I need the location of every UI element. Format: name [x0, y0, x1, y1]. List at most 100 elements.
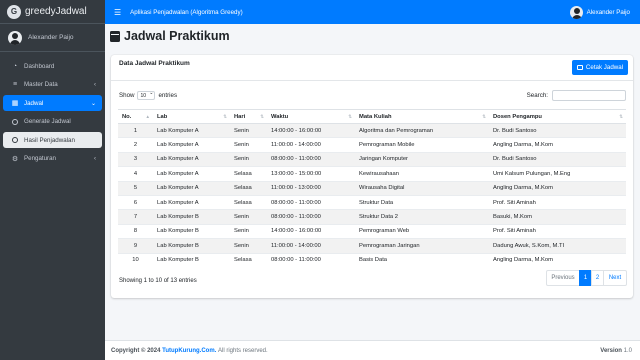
column-header-hari[interactable]: Hari ⇅: [230, 109, 267, 124]
cell-hari: Senin: [230, 137, 267, 153]
table-info: Showing 1 to 10 of 13 entries: [119, 278, 197, 284]
printer-icon: [576, 65, 583, 70]
calendar-icon: [110, 30, 120, 42]
sort-icon: ⇅: [223, 114, 227, 119]
table-row: 9 Lab Komputer B Senin 11:00:00 - 14:00:00 P…: [118, 238, 626, 254]
cell-lab: Lab Komputer A: [153, 151, 230, 167]
sidebar-item-pengaturan[interactable]: ⚙ Pengaturan ‹: [3, 151, 102, 167]
sidebar-item-jadwal[interactable]: ▦ Jadwal ⌄: [3, 95, 102, 111]
search-label: Search:: [526, 92, 548, 99]
cell-hari: Senin: [230, 238, 267, 254]
table-row: 8 Lab Komputer B Senin 14:00:00 - 16:00:00 P…: [118, 223, 626, 239]
cell-dosen: Umi Kalsum Pulungan, M.Eng: [489, 166, 626, 182]
cell-hari: Selasa: [230, 194, 267, 210]
print-schedule-button[interactable]: Cetak Jadwal: [572, 60, 628, 75]
table-row: 2 Lab Komputer A Senin 11:00:00 - 14:00:00 P…: [118, 137, 626, 153]
cell-lab: Lab Komputer A: [153, 180, 230, 196]
next-page-button[interactable]: Next: [603, 270, 627, 286]
user-avatar-icon: [8, 30, 22, 45]
sidebar-item-label: Hasil Penjadwalan: [24, 136, 75, 144]
sidebar-item-master-data[interactable]: ≡ Master Data ‹: [3, 77, 102, 93]
footer: Copyright © 2024 TutupKurung.Com. All ri…: [105, 340, 640, 360]
cell-dosen: Basuki, M.Kom: [489, 209, 626, 225]
cell-dosen: Dr. Budi Santoso: [489, 122, 626, 138]
card-title: Data Jadwal Praktikum: [119, 60, 190, 67]
cell-waktu: 08:00:00 - 11:00:00: [267, 194, 355, 210]
table-row: 4 Lab Komputer A Selasa 13:00:00 - 15:00:00…: [118, 166, 626, 182]
table-row: 10 Lab Komputer B Selasa 08:00:00 - 11:00:0…: [118, 252, 626, 268]
sort-icon: ⇅: [260, 114, 264, 119]
sidebar: G greedyJadwal Alexander Paijo ◔ Dashboa…: [0, 0, 105, 360]
search-input[interactable]: [552, 90, 626, 101]
cell-dosen: Angling Darma, M.Kom: [489, 137, 626, 153]
cell-waktu: 11:00:00 - 13:00:00: [267, 180, 355, 196]
sidebar-item-dashboard[interactable]: ◔ Dashboard: [3, 58, 102, 74]
sidebar-item-hasil-penjadwalan[interactable]: Hasil Penjadwalan: [3, 132, 102, 148]
content-header: Jadwal Praktikum: [110, 29, 230, 43]
calendar-icon: ▦: [11, 100, 19, 107]
sidebar-item-generate-jadwal[interactable]: Generate Jadwal: [3, 114, 102, 130]
cell-waktu: 14:00:00 - 16:00:00: [267, 223, 355, 239]
cell-hari: Senin: [230, 151, 267, 167]
footer-copyright: Copyright © 2024: [111, 347, 161, 354]
table-row: 5 Lab Komputer A Selasa 11:00:00 - 13:00:00…: [118, 180, 626, 196]
top-user-name: Alexander Paijo: [586, 8, 630, 16]
column-header-dosen[interactable]: Dosen Pengampu ⇅: [489, 109, 626, 124]
sidebar-item-label: Jadwal: [24, 99, 44, 107]
cell-waktu: 14:00:00 - 16:00:00: [267, 122, 355, 138]
cell-waktu: 08:00:00 - 11:00:00: [267, 151, 355, 167]
search-control: Search:: [527, 90, 626, 101]
sidebar-item-label: Pengaturan: [24, 155, 56, 162]
cell-no: 4: [118, 166, 153, 182]
cell-hari: Selasa: [230, 252, 267, 268]
database-icon: ≡: [12, 81, 18, 88]
cell-lab: Lab Komputer A: [153, 122, 230, 138]
column-header-lab[interactable]: Lab ⇅: [153, 109, 230, 124]
cell-dosen: Prof. Siti Aminah: [489, 194, 626, 210]
cell-no: 10: [118, 252, 153, 268]
print-button-label: Cetak Jadwal: [585, 64, 624, 71]
cell-dosen: Angling Darma, M.Kom: [489, 252, 626, 268]
user-name: Alexander Paijo: [28, 34, 74, 41]
column-header-mata-kuliah[interactable]: Mata Kuliah ⇅: [355, 109, 489, 124]
cell-lab: Lab Komputer B: [153, 209, 230, 225]
schedule-card: Data Jadwal Praktikum Cetak Jadwal Show …: [111, 55, 633, 298]
previous-page-button[interactable]: Previous: [546, 270, 580, 286]
cell-mata-kuliah: Struktur Data: [355, 194, 489, 210]
cell-lab: Lab Komputer B: [153, 238, 230, 254]
cell-hari: Senin: [230, 122, 267, 138]
top-navbar: ☰ Aplikasi Penjadwalan (Algoritma Greedy…: [105, 0, 640, 24]
user-panel[interactable]: Alexander Paijo: [0, 24, 105, 52]
table-row: 3 Lab Komputer A Senin 08:00:00 - 11:00:00 J…: [118, 151, 626, 167]
cell-dosen: Angling Darma, M.Kom: [489, 180, 626, 196]
cell-waktu: 13:00:00 - 15:00:00: [267, 166, 355, 182]
footer-brand-link[interactable]: TutupKurung.Com.: [162, 348, 216, 354]
sort-icon: ⇅: [482, 114, 486, 119]
page-title: Jadwal Praktikum: [124, 29, 230, 43]
sidebar-item-label: Dashboard: [24, 62, 55, 70]
table-body: 1 Lab Komputer A Senin 14:00:00 - 16:00:00 A…: [118, 122, 626, 268]
cell-mata-kuliah: Basis Data: [355, 252, 489, 268]
table-controls: Show 10 entries Search:: [119, 90, 626, 102]
menu-toggle-icon[interactable]: ☰: [114, 8, 121, 17]
brand-link[interactable]: G greedyJadwal: [0, 0, 105, 24]
version-number: 1.0: [623, 347, 632, 354]
cell-no: 6: [118, 194, 153, 210]
version-label: Version: [600, 347, 622, 354]
show-label: Show: [119, 92, 135, 99]
cell-lab: Lab Komputer B: [153, 223, 230, 239]
footer-version: Version 1.0: [600, 348, 632, 354]
sort-icon: ⇅: [348, 114, 352, 119]
chevron-down-icon: ⌄: [90, 100, 96, 107]
top-user-menu[interactable]: Alexander Paijo: [569, 5, 630, 19]
footer-rights: All rights reserved.: [218, 347, 268, 354]
entries-length-control: Show 10 entries: [119, 90, 178, 100]
brand-logo-icon: G: [7, 4, 21, 19]
cell-dosen: Prof. Siti Aminah: [489, 223, 626, 239]
column-header-no[interactable]: No. ▲: [118, 109, 153, 124]
entries-select[interactable]: 10: [137, 90, 156, 100]
cell-dosen: Dadung Awuk, S.Kom, M.TI: [489, 238, 626, 254]
column-header-waktu[interactable]: Waktu ⇅: [267, 109, 355, 124]
entries-label: entries: [158, 92, 178, 99]
gear-icon: ⚙: [11, 155, 19, 163]
